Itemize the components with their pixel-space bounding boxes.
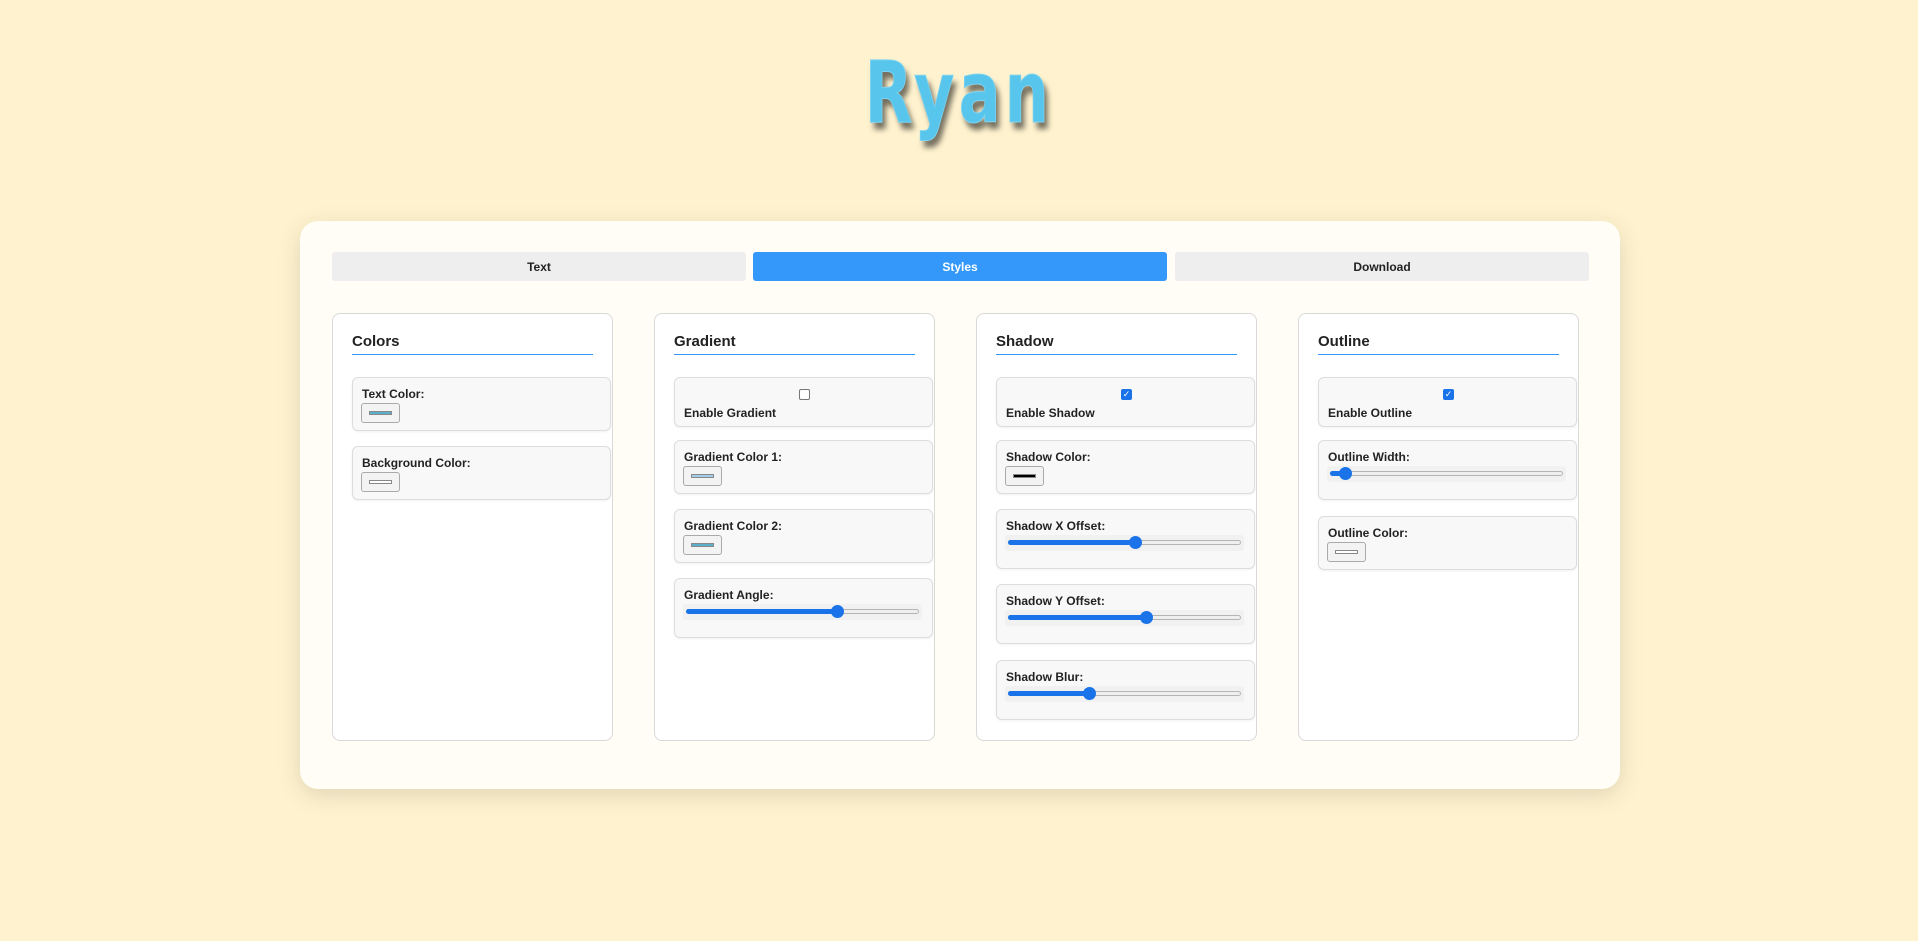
- text-color-label: Text Color:: [362, 387, 425, 401]
- gradient-color-1-picker[interactable]: [683, 466, 722, 486]
- swatch-color: [691, 543, 714, 547]
- slider-fill: [1008, 615, 1147, 620]
- shadow-y-offset-row: Shadow Y Offset:: [996, 584, 1255, 644]
- swatch-color: [1013, 474, 1036, 478]
- slider-thumb[interactable]: [1140, 611, 1153, 624]
- shadow-y-offset-slider[interactable]: [1005, 610, 1244, 626]
- panel-title: Gradient: [674, 333, 915, 355]
- enable-gradient-label: Enable Gradient: [684, 406, 777, 420]
- gradient-color-1-row: Gradient Color 1:: [674, 440, 933, 494]
- shadow-blur-slider[interactable]: [1005, 686, 1244, 702]
- slider-fill: [1008, 540, 1136, 545]
- outline-color-row: Outline Color:: [1318, 516, 1577, 570]
- background-color-picker[interactable]: [361, 472, 400, 492]
- shadow-blur-label: Shadow Blur:: [1006, 670, 1084, 684]
- tab-download[interactable]: Download: [1175, 252, 1589, 281]
- background-color-row: Background Color:: [352, 446, 611, 500]
- shadow-blur-row: Shadow Blur:: [996, 660, 1255, 720]
- enable-shadow-label: Enable Shadow: [1006, 406, 1095, 420]
- enable-gradient-row: Enable Gradient: [674, 377, 933, 427]
- enable-gradient-checkbox[interactable]: [799, 389, 810, 400]
- slider-thumb[interactable]: [831, 605, 845, 618]
- slider-thumb[interactable]: [1082, 687, 1096, 700]
- outline-color-label: Outline Color:: [1328, 526, 1408, 540]
- outline-width-row: Outline Width:: [1318, 440, 1577, 500]
- shadow-x-offset-slider[interactable]: [1005, 535, 1244, 551]
- shadow-color-picker[interactable]: [1005, 466, 1044, 486]
- outline-width-slider[interactable]: [1327, 466, 1566, 482]
- outline-panel: Outline ✓ Enable Outline Outline Width: …: [1298, 313, 1579, 741]
- enable-outline-label: Enable Outline: [1328, 406, 1413, 420]
- gradient-color-1-label: Gradient Color 1:: [684, 450, 783, 464]
- shadow-x-offset-row: Shadow X Offset:: [996, 509, 1255, 569]
- text-color-row: Text Color:: [352, 377, 611, 431]
- tab-text[interactable]: Text: [332, 252, 746, 281]
- slider-fill: [1008, 691, 1090, 696]
- enable-outline-row: ✓ Enable Outline: [1318, 377, 1577, 427]
- slider-thumb[interactable]: [1129, 536, 1142, 549]
- text-color-picker[interactable]: [361, 403, 400, 423]
- shadow-y-offset-label: Shadow Y Offset:: [1006, 594, 1105, 608]
- preview-title: Ryan: [864, 43, 1054, 143]
- enable-shadow-row: ✓ Enable Shadow: [996, 377, 1255, 427]
- gradient-color-2-label: Gradient Color 2:: [684, 519, 783, 533]
- outline-color-picker[interactable]: [1327, 542, 1366, 562]
- enable-outline-checkbox[interactable]: ✓: [1443, 389, 1454, 400]
- swatch-color: [369, 480, 392, 484]
- shadow-panel: Shadow ✓ Enable Shadow Shadow Color: Sha…: [976, 313, 1257, 741]
- gradient-angle-slider[interactable]: [683, 604, 922, 620]
- tab-bar: Text Styles Download: [332, 252, 1589, 281]
- slider-fill: [686, 609, 838, 614]
- editor-card: Text Styles Download Colors Text Color: …: [300, 221, 1620, 789]
- gradient-panel: Gradient Enable Gradient Gradient Color …: [654, 313, 935, 741]
- gradient-angle-row: Gradient Angle:: [674, 578, 933, 638]
- shadow-color-row: Shadow Color:: [996, 440, 1255, 494]
- panel-title: Shadow: [996, 333, 1237, 355]
- gradient-color-2-row: Gradient Color 2:: [674, 509, 933, 563]
- colors-panel: Colors Text Color: Background Color:: [332, 313, 613, 741]
- slider-track: [1330, 471, 1563, 476]
- swatch-color: [369, 411, 392, 415]
- outline-width-label: Outline Width:: [1328, 450, 1410, 464]
- shadow-x-offset-label: Shadow X Offset:: [1006, 519, 1106, 533]
- swatch-color: [691, 474, 714, 478]
- shadow-color-label: Shadow Color:: [1006, 450, 1091, 464]
- tab-styles[interactable]: Styles: [753, 252, 1167, 281]
- background-color-label: Background Color:: [362, 456, 471, 470]
- panel-title: Outline: [1318, 333, 1559, 355]
- slider-thumb[interactable]: [1338, 467, 1352, 480]
- swatch-color: [1335, 550, 1358, 554]
- gradient-angle-label: Gradient Angle:: [684, 588, 774, 602]
- panel-title: Colors: [352, 333, 593, 355]
- gradient-color-2-picker[interactable]: [683, 535, 722, 555]
- enable-shadow-checkbox[interactable]: ✓: [1121, 389, 1132, 400]
